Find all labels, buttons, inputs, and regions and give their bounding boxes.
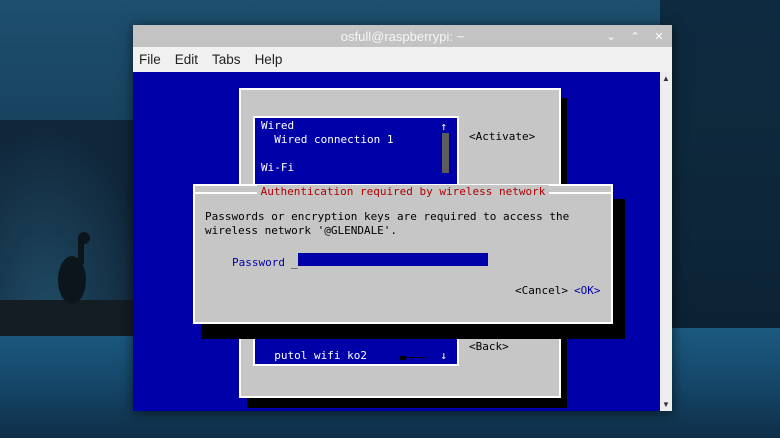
background-bird (58, 232, 90, 304)
password-input[interactable] (298, 253, 488, 266)
password-label: Password (232, 256, 285, 269)
auth-dialog-title: Authentication required by wireless netw… (195, 185, 611, 198)
window-title: osfull@raspberrypi: ~ (340, 28, 465, 44)
auth-message: Passwords or encryption keys are require… (205, 210, 569, 238)
menu-tabs[interactable]: Tabs (212, 52, 241, 67)
terminal-scrollbar[interactable]: ▲ ▼ (660, 72, 672, 411)
ok-button[interactable]: <OK> (574, 284, 601, 297)
scroll-track-line (403, 357, 425, 358)
list-section-wifi: Wi-Fi (261, 161, 295, 174)
menu-edit[interactable]: Edit (175, 52, 198, 67)
terminal-scroll-down-icon[interactable]: ▼ (662, 400, 670, 409)
menu-file[interactable]: File (139, 52, 161, 67)
password-prefix: _ (291, 256, 298, 269)
scroll-down-icon[interactable]: ↓ (440, 349, 447, 362)
menu-bar: File Edit Tabs Help (133, 47, 672, 72)
scroll-up-icon[interactable]: ↑ (440, 120, 447, 133)
auth-message-line-1: Passwords or encryption keys are require… (205, 210, 570, 223)
terminal-area[interactable]: Wired Wired connection 1 Wi-Fi putol wif… (133, 72, 660, 411)
list-item-wifi-network[interactable]: putol wifi ko2 (261, 349, 367, 362)
back-button[interactable]: <Back> (469, 340, 509, 353)
menu-help[interactable]: Help (255, 52, 283, 67)
title-bar: osfull@raspberrypi: ~ ⌄ ⌃ ✕ (133, 25, 672, 47)
auth-title-text: Authentication required by wireless netw… (256, 185, 550, 198)
auth-dialog: Authentication required by wireless netw… (193, 184, 613, 324)
maximize-icon[interactable]: ⌃ (628, 30, 642, 43)
terminal-scroll-up-icon[interactable]: ▲ (662, 74, 670, 83)
list-item-wired-connection[interactable]: Wired connection 1 (261, 133, 393, 146)
window-controls: ⌄ ⌃ ✕ (604, 25, 666, 47)
auth-message-line-2: wireless network '@GLENDALE'. (205, 224, 398, 237)
activate-button[interactable]: <Activate> (469, 130, 535, 143)
scroll-thumb[interactable] (400, 356, 406, 360)
list-section-wired: Wired (261, 119, 295, 132)
close-icon[interactable]: ✕ (652, 30, 666, 43)
terminal-window: osfull@raspberrypi: ~ ⌄ ⌃ ✕ File Edit Ta… (133, 25, 672, 411)
list-scrollbar[interactable] (442, 133, 449, 173)
minimize-icon[interactable]: ⌄ (604, 30, 618, 43)
cancel-button[interactable]: <Cancel> (515, 284, 568, 297)
